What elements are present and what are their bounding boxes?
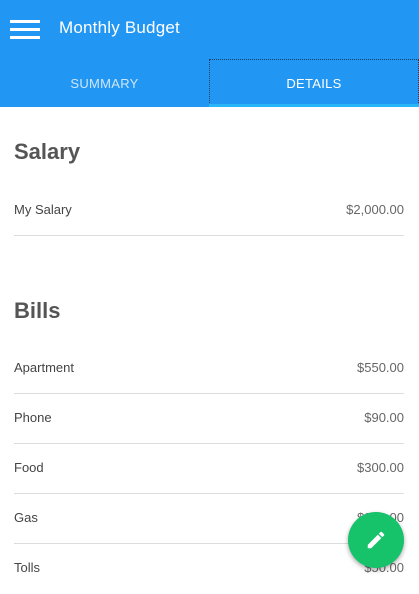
item-label: Gas bbox=[14, 510, 38, 525]
item-amount: $2,000.00 bbox=[346, 202, 404, 217]
list-item-my-salary[interactable]: My Salary $2,000.00 bbox=[14, 186, 404, 236]
item-amount: $90.00 bbox=[364, 410, 404, 425]
app-bar: Monthly Budget bbox=[0, 0, 419, 59]
edit-fab-button[interactable] bbox=[348, 512, 404, 568]
list-item-phone[interactable]: Phone $90.00 bbox=[14, 394, 404, 444]
edit-pencil-icon bbox=[367, 531, 385, 549]
list-item-food[interactable]: Food $300.00 bbox=[14, 444, 404, 494]
item-label: Tolls bbox=[14, 560, 41, 575]
list-item-apartment[interactable]: Apartment $550.00 bbox=[14, 344, 404, 394]
item-label: Apartment bbox=[14, 360, 74, 375]
list-item-gas[interactable]: Gas $300.00 bbox=[14, 494, 404, 544]
list-item-tolls[interactable]: Tolls $50.00 bbox=[14, 544, 404, 594]
item-label: My Salary bbox=[14, 202, 72, 217]
section-title-salary: Salary bbox=[14, 139, 81, 164]
hamburger-menu-icon[interactable] bbox=[10, 20, 40, 40]
item-label: Food bbox=[14, 460, 44, 475]
app-title: Monthly Budget bbox=[59, 18, 180, 37]
item-amount: $300.00 bbox=[357, 460, 404, 475]
tab-bar: SUMMARY DETAILS bbox=[0, 59, 419, 107]
tab-summary[interactable]: SUMMARY bbox=[0, 59, 209, 107]
item-label: Phone bbox=[14, 410, 52, 425]
item-amount: $550.00 bbox=[357, 360, 404, 375]
section-title-bills: Bills bbox=[14, 298, 61, 323]
tab-details[interactable]: DETAILS bbox=[209, 59, 419, 107]
tab-indicator bbox=[209, 104, 419, 107]
